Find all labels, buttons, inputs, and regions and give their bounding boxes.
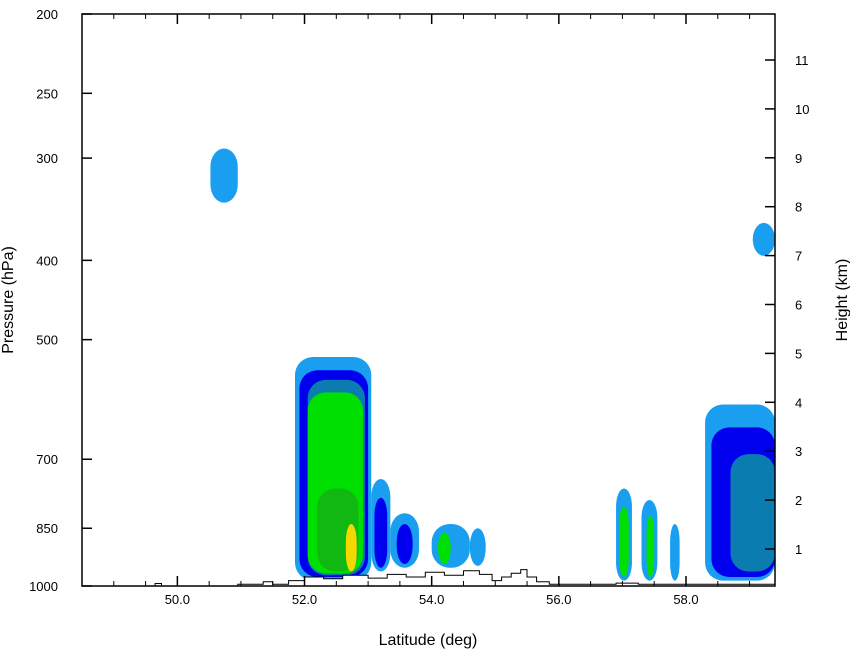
height-tick-label-8: 9 xyxy=(795,151,802,166)
x-tick-label-2: 54.0 xyxy=(419,592,444,607)
height-tick-label-0: 1 xyxy=(795,542,802,557)
pressure-tick-label-1: 850 xyxy=(36,521,58,536)
height-tick-label-4: 5 xyxy=(795,346,802,361)
height-tick-label-2: 3 xyxy=(795,444,802,459)
pressure-tick-label-2: 700 xyxy=(36,452,58,467)
contour-cell-16 xyxy=(619,506,629,578)
height-tick-label-3: 4 xyxy=(795,395,802,410)
height-tick-label-6: 7 xyxy=(795,249,802,264)
x-axis-label: Latitude (deg) xyxy=(379,632,478,649)
right-y-axis-label: Height (km) xyxy=(834,259,850,342)
pressure-tick-label-4: 400 xyxy=(36,253,58,268)
x-tick-label-0: 50.0 xyxy=(165,592,190,607)
plot-frame xyxy=(81,13,776,587)
cross-section-chart: 50.0 52.0 54.0 56.0 58.0 1000 850 700 500 400 300 2… xyxy=(0,7,850,649)
contour-cell-19 xyxy=(670,524,680,581)
contour-cell-7 xyxy=(345,524,357,572)
x-tick-label-3: 56.0 xyxy=(546,592,571,607)
pressure-tick-label-3: 500 xyxy=(36,333,58,348)
contour-cell-13 xyxy=(438,532,451,565)
contour-cell-11 xyxy=(396,524,413,565)
contour-cell-9 xyxy=(374,497,388,568)
contour-cell-12 xyxy=(431,524,470,568)
height-tick-label-9: 10 xyxy=(795,102,809,117)
contour-cell-22 xyxy=(730,454,775,572)
height-tick-label-5: 6 xyxy=(795,298,802,313)
pressure-tick-label-0: 1000 xyxy=(29,579,58,594)
contour-cell-18 xyxy=(646,515,655,578)
x-tick-label-1: 52.0 xyxy=(292,592,317,607)
left-y-axis-label: Pressure (hPa) xyxy=(0,246,17,354)
pressure-tick-label-7: 200 xyxy=(36,7,58,22)
x-tick-label-4: 58.0 xyxy=(673,592,698,607)
pressure-tick-label-5: 300 xyxy=(36,151,58,166)
contour-cell-0 xyxy=(210,148,238,203)
height-tick-label-1: 2 xyxy=(795,493,802,508)
contour-layer xyxy=(210,148,775,581)
contour-cell-1 xyxy=(752,222,775,256)
contour-cell-14 xyxy=(469,528,486,566)
height-tick-label-7: 8 xyxy=(795,200,802,215)
ticks-layer: 50.0 52.0 54.0 56.0 58.0 1000 850 700 500 400 300 2… xyxy=(29,7,809,607)
pressure-tick-label-6: 250 xyxy=(36,86,58,101)
height-tick-label-10: 11 xyxy=(795,53,809,68)
